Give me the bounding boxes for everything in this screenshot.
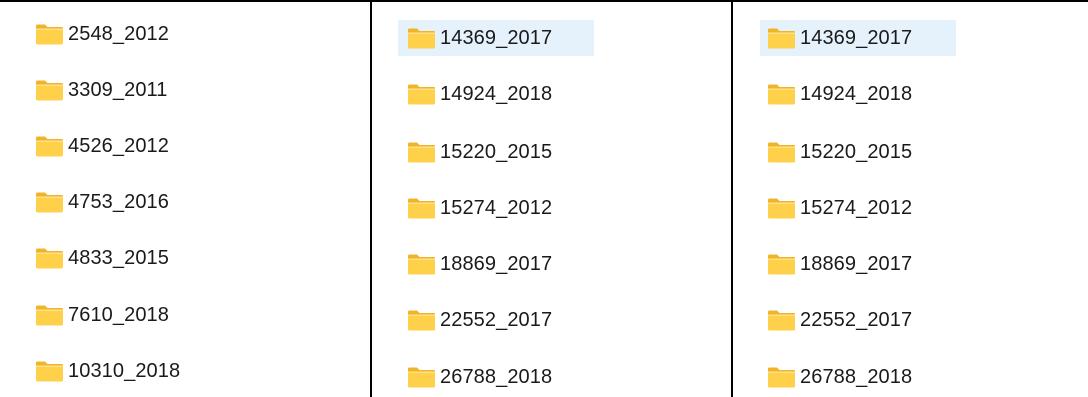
folder-item[interactable]: 4753_2016 <box>25 184 245 220</box>
folder-item[interactable]: 18869_2017 <box>760 246 956 282</box>
folder-name: 3309_2011 <box>68 79 168 101</box>
folder-item[interactable]: 26788_2018 <box>760 359 956 395</box>
folder-item[interactable]: 4526_2012 <box>25 128 245 164</box>
folder-item[interactable]: 14369_2017 <box>760 20 956 56</box>
folder-icon <box>407 142 436 163</box>
folder-name: 14369_2017 <box>800 27 913 49</box>
folder-name: 22552_2017 <box>440 309 553 331</box>
folder-item[interactable]: 18869_2017 <box>398 246 594 282</box>
folder-name: 18869_2017 <box>440 253 553 275</box>
folder-icon <box>767 367 796 388</box>
top-divider <box>0 0 1088 2</box>
folder-icon <box>767 254 796 275</box>
folder-item[interactable]: 4833_2015 <box>25 240 245 276</box>
folder-name: 26788_2018 <box>800 366 913 388</box>
folder-item[interactable]: 2548_2012 <box>25 16 245 52</box>
folder-name: 2548_2012 <box>68 23 170 45</box>
folder-item[interactable]: 22552_2017 <box>398 302 594 338</box>
folder-icon <box>35 24 64 45</box>
folder-name: 15220_2015 <box>440 141 553 163</box>
folder-name: 15220_2015 <box>800 141 913 163</box>
folder-icon <box>767 142 796 163</box>
folder-item[interactable]: 14924_2018 <box>398 76 594 112</box>
folder-name: 18869_2017 <box>800 253 913 275</box>
folder-icon <box>407 198 436 219</box>
folder-item[interactable]: 22552_2017 <box>760 302 956 338</box>
folder-icon <box>767 310 796 331</box>
column-divider-2 <box>731 0 733 397</box>
folder-name: 4526_2012 <box>68 135 170 157</box>
column-divider-1 <box>370 0 372 397</box>
folder-name: 7610_2018 <box>68 304 170 326</box>
folder-icon <box>407 84 436 105</box>
folder-icon <box>767 28 796 49</box>
folder-comparison-grid: 2548_2012 3309_2011 4526_2012 4753_2016 4833… <box>0 0 1088 397</box>
folder-name: 15274_2012 <box>440 197 553 219</box>
folder-name: 22552_2017 <box>800 309 913 331</box>
folder-item[interactable]: 3309_2011 <box>25 72 245 108</box>
folder-icon <box>407 254 436 275</box>
folder-icon <box>407 28 436 49</box>
folder-name: 10310_2018 <box>68 360 181 382</box>
folder-icon <box>767 84 796 105</box>
folder-item[interactable]: 15220_2015 <box>398 134 594 170</box>
folder-name: 4833_2015 <box>68 247 170 269</box>
folder-item[interactable]: 7610_2018 <box>25 297 245 333</box>
folder-name: 14924_2018 <box>440 83 553 105</box>
folder-icon <box>767 198 796 219</box>
folder-name: 15274_2012 <box>800 197 913 219</box>
folder-item[interactable]: 14369_2017 <box>398 20 594 56</box>
folder-name: 4753_2016 <box>68 191 170 213</box>
folder-item[interactable]: 15220_2015 <box>760 134 956 170</box>
folder-icon <box>35 80 64 101</box>
folder-item[interactable]: 14924_2018 <box>760 76 956 112</box>
folder-icon <box>407 310 436 331</box>
folder-icon <box>407 367 436 388</box>
folder-name: 14924_2018 <box>800 83 913 105</box>
folder-item[interactable]: 26788_2018 <box>398 359 594 395</box>
folder-name: 26788_2018 <box>440 366 553 388</box>
folder-name: 14369_2017 <box>440 27 553 49</box>
folder-item[interactable]: 10310_2018 <box>25 353 245 389</box>
folder-icon <box>35 361 64 382</box>
folder-item[interactable]: 15274_2012 <box>398 190 594 226</box>
folder-icon <box>35 136 64 157</box>
folder-icon <box>35 248 64 269</box>
folder-icon <box>35 192 64 213</box>
folder-item[interactable]: 15274_2012 <box>760 190 956 226</box>
folder-icon <box>35 305 64 326</box>
